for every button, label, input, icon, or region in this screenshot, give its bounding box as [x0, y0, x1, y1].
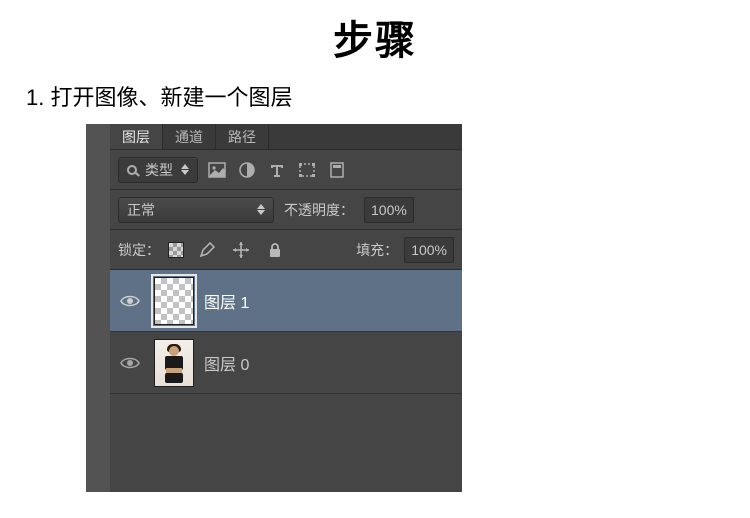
layer-thumbnail[interactable]: [154, 277, 194, 325]
blend-row: 正常 不透明度： 100%: [110, 190, 462, 230]
lock-position-icon[interactable]: [230, 239, 252, 261]
blend-mode-select[interactable]: 正常: [118, 197, 274, 223]
transparency-checker-icon: [155, 278, 193, 324]
lock-all-icon[interactable]: [264, 239, 286, 261]
filter-type-icon[interactable]: [266, 159, 288, 181]
opacity-value: 100%: [371, 202, 407, 218]
layer-name[interactable]: 图层 1: [204, 289, 249, 313]
kind-filter-label: 类型: [145, 160, 173, 180]
search-icon: [127, 165, 137, 175]
tab-channels[interactable]: 通道: [163, 124, 216, 149]
tab-paths[interactable]: 路径: [216, 124, 269, 149]
filter-pixel-icon[interactable]: [206, 159, 228, 181]
lock-pixels-icon[interactable]: [196, 239, 218, 261]
panel-tabs: 图层 通道 路径: [110, 124, 462, 150]
filter-shape-icon[interactable]: [296, 159, 318, 181]
step-1-text: 1. 打开图像、新建一个图层: [26, 80, 750, 112]
fill-value: 100%: [411, 242, 447, 258]
screenshot-frame: 图层 通道 路径 类型: [86, 124, 462, 492]
layers-panel: 图层 通道 路径 类型: [110, 124, 462, 492]
filter-smartobject-icon[interactable]: [326, 159, 348, 181]
fill-label: 填充：: [356, 240, 398, 260]
layer-thumbnail[interactable]: [154, 339, 194, 387]
image-thumbnail: [155, 340, 193, 386]
page-title: 步骤: [0, 0, 750, 66]
opacity-input[interactable]: 100%: [364, 197, 414, 223]
layer-row-0[interactable]: 图层 0: [110, 332, 462, 394]
visibility-toggle[interactable]: [116, 294, 144, 308]
layer-name[interactable]: 图层 0: [204, 351, 249, 375]
opacity-label: 不透明度：: [284, 200, 354, 220]
lock-icons-group: [168, 239, 286, 261]
filter-row: 类型: [110, 150, 462, 190]
dropdown-arrows-icon: [181, 164, 189, 175]
layers-list: 图层 1 图层: [110, 270, 462, 394]
layer-row-1[interactable]: 图层 1: [110, 270, 462, 332]
filter-adjustment-icon[interactable]: [236, 159, 258, 181]
dropdown-arrows-icon: [257, 204, 265, 215]
visibility-toggle[interactable]: [116, 356, 144, 370]
lock-label: 锁定：: [118, 240, 160, 260]
blend-mode-value: 正常: [127, 200, 155, 220]
lock-row: 锁定： 填充： 100%: [110, 230, 462, 270]
fill-input[interactable]: 100%: [404, 237, 454, 263]
kind-filter-select[interactable]: 类型: [118, 157, 198, 183]
lock-transparent-icon[interactable]: [168, 242, 184, 258]
tab-layers[interactable]: 图层: [110, 124, 163, 149]
